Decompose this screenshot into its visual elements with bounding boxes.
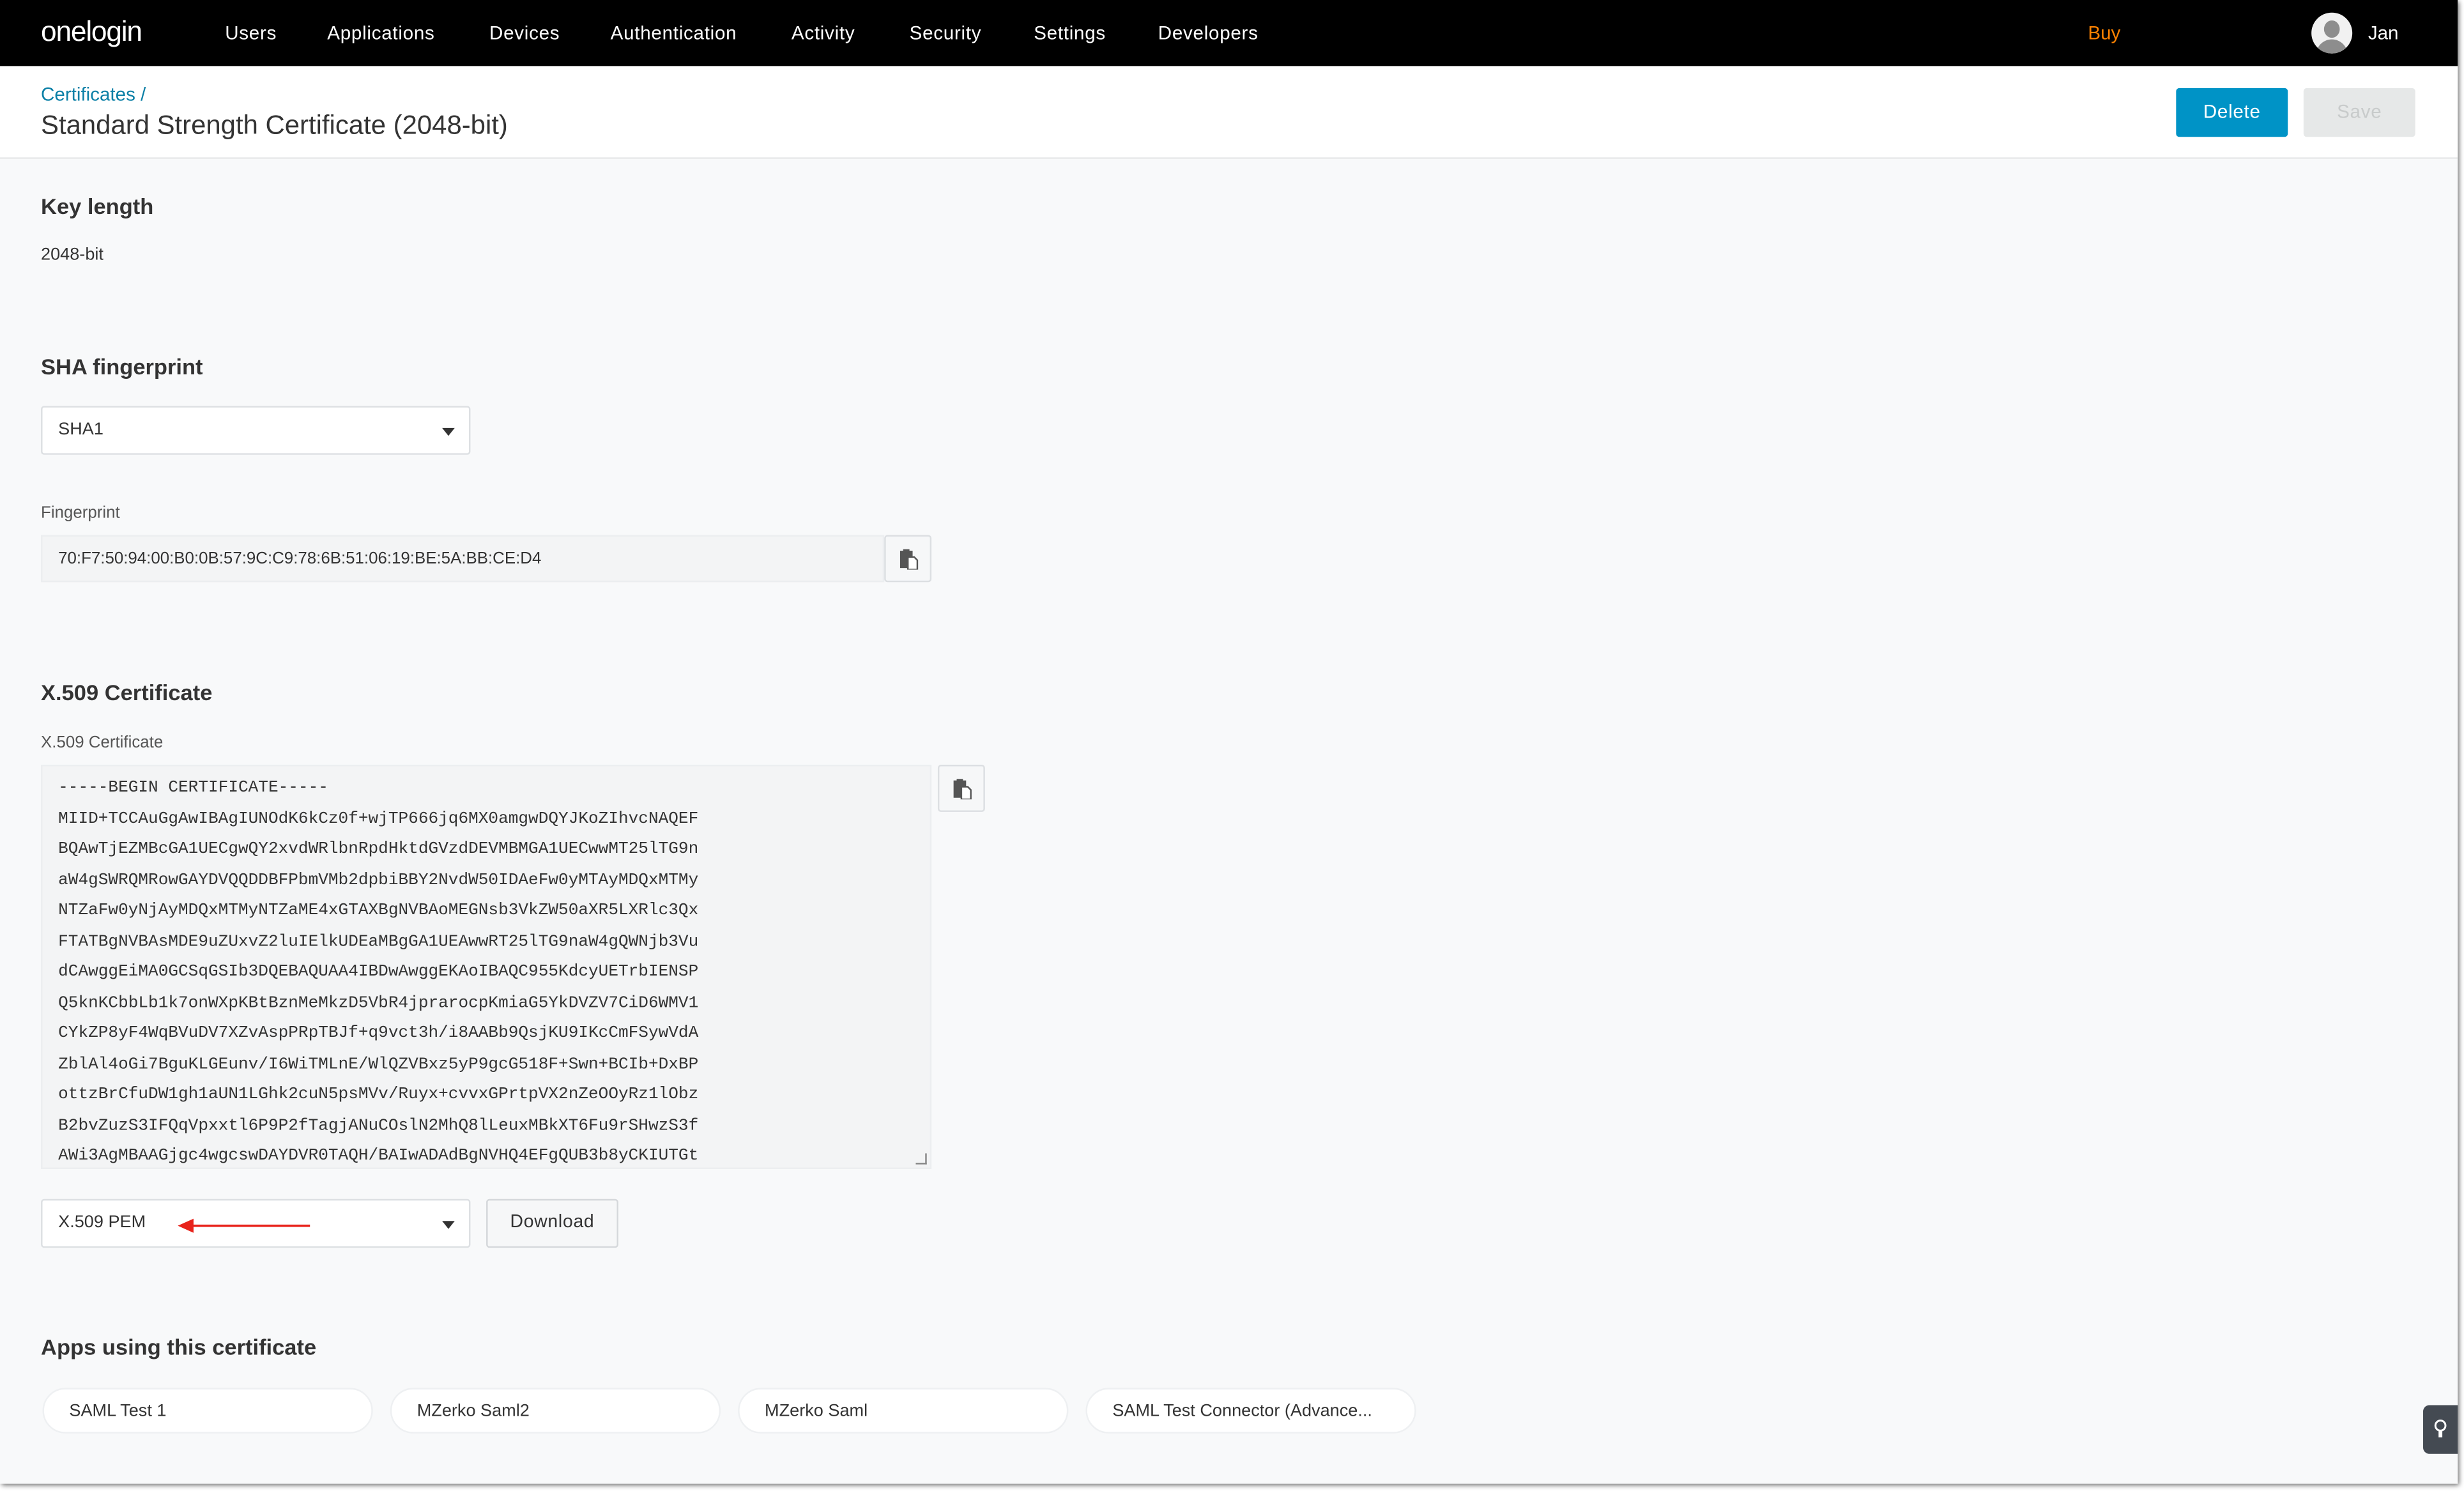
download-button[interactable]: Download bbox=[486, 1198, 618, 1248]
key-length-value: 2048-bit bbox=[41, 245, 103, 264]
page-title: Standard Strength Certificate (2048-bit) bbox=[41, 110, 508, 141]
delete-button[interactable]: Delete bbox=[2176, 88, 2288, 137]
cert-line: Q5knKCbbLb1k7onWXpKBtBznMeMkzD5VbR4jprar… bbox=[58, 993, 699, 1013]
app-pill[interactable]: SAML Test 1 bbox=[42, 1388, 373, 1434]
nav-authentication[interactable]: Authentication bbox=[611, 22, 737, 43]
breadcrumb[interactable]: Certificates / bbox=[41, 84, 146, 105]
x509-heading: X.509 Certificate bbox=[41, 680, 213, 705]
cert-line: -----BEGIN CERTIFICATE----- bbox=[58, 779, 328, 798]
buy-link[interactable]: Buy bbox=[2088, 22, 2120, 43]
sha-algorithm-select[interactable]: SHA1 bbox=[41, 406, 471, 455]
nav-users[interactable]: Users bbox=[225, 22, 277, 43]
nav-devices[interactable]: Devices bbox=[489, 22, 560, 43]
app-name: MZerko Saml2 bbox=[417, 1402, 530, 1421]
app-name: SAML Test Connector (Advance... bbox=[1112, 1402, 1372, 1421]
cert-line: ottzBrCfuDW1gh1aUN1LGhk2cuN5psMVv/Ruyx+c… bbox=[58, 1085, 699, 1105]
chevron-down-icon bbox=[442, 427, 455, 436]
app-window: onelogin Users Applications Devices Auth… bbox=[0, 0, 2458, 1484]
user-menu[interactable]: Jan bbox=[2368, 22, 2399, 43]
page-header: Certificates / Standard Strength Certifi… bbox=[0, 66, 2458, 159]
chevron-down-icon bbox=[442, 1221, 455, 1229]
cert-line: BQAwTjEZMBcGA1UECgwQY2xvdWRlbnRpdHktdGVz… bbox=[58, 840, 699, 859]
cert-line: CYkZP8yF4WqBVuDV7XZvAspPRpTBJf+q9vct3h/i… bbox=[58, 1024, 699, 1043]
nav-developers[interactable]: Developers bbox=[1158, 22, 1259, 43]
cert-line: FTATBgNVBAsMDE9uZUxvZ2luIElkUDEaMBgGA1UE… bbox=[58, 932, 699, 951]
certificate-format-select[interactable]: X.509 PEM bbox=[41, 1198, 471, 1248]
key-length-heading: Key length bbox=[41, 193, 154, 219]
top-nav: onelogin Users Applications Devices Auth… bbox=[0, 0, 2458, 66]
clipboard-icon bbox=[899, 549, 919, 570]
app-name: MZerko Saml bbox=[765, 1402, 868, 1421]
red-arrow-annotation-icon bbox=[178, 1218, 310, 1233]
help-tab[interactable] bbox=[2423, 1405, 2458, 1454]
sha-algorithm-value: SHA1 bbox=[58, 420, 103, 440]
fingerprint-field[interactable]: 70:F7:50:94:00:B0:0B:57:9C:C9:78:6B:51:0… bbox=[41, 535, 885, 583]
nav-activity[interactable]: Activity bbox=[792, 22, 855, 43]
copy-fingerprint-button[interactable] bbox=[884, 535, 932, 583]
copy-certificate-button[interactable] bbox=[937, 765, 985, 812]
nav-applications[interactable]: Applications bbox=[327, 22, 434, 43]
nav-settings[interactable]: Settings bbox=[1034, 22, 1106, 43]
resize-handle[interactable] bbox=[915, 1153, 927, 1165]
app-pill[interactable]: MZerko Saml bbox=[738, 1388, 1069, 1434]
avatar[interactable] bbox=[2311, 12, 2353, 54]
cert-line: NTZaFw0yNjAyMDQxMTMyNTZaME4xGTAXBgNVBAoM… bbox=[58, 901, 699, 921]
x509-label: X.509 Certificate bbox=[41, 733, 164, 753]
apps-heading: Apps using this certificate bbox=[41, 1334, 317, 1360]
app-pill[interactable]: SAML Test Connector (Advance... bbox=[1085, 1388, 1416, 1434]
app-name: SAML Test 1 bbox=[69, 1402, 167, 1421]
cert-line: B2bvZuzS3IFQqVpxxtl6P9P2fTagjANuCOslN2Mh… bbox=[58, 1116, 699, 1136]
cert-line: MIID+TCCAuGgAwIBAgIUNOdK6kCz0f+wjTP666jq… bbox=[58, 809, 699, 829]
sha-fingerprint-heading: SHA fingerprint bbox=[41, 354, 203, 379]
certificate-format-value: X.509 PEM bbox=[58, 1213, 146, 1232]
clipboard-icon bbox=[953, 779, 972, 800]
save-button[interactable]: Save bbox=[2303, 88, 2415, 137]
fingerprint-label: Fingerprint bbox=[41, 503, 120, 523]
app-pill[interactable]: MZerko Saml2 bbox=[390, 1388, 721, 1434]
cert-line: aW4gSWRQMRowGAYDVQQDDBFPbmVMb2dpbiBBY2Nv… bbox=[58, 871, 699, 890]
lightbulb-icon bbox=[2434, 1420, 2447, 1437]
nav-security[interactable]: Security bbox=[910, 22, 982, 43]
cert-line: dCAwggEiMA0GCSqGSIb3DQEBAQUAA4IBDwAwggEK… bbox=[58, 963, 699, 982]
cert-line: ZblAl4oGi7BguKLGEunv/I6WiTMLnE/WlQZVBxz5… bbox=[58, 1055, 699, 1074]
cert-line: AWi3AgMBAAGjgc4wgcswDAYDVR0TAQH/BAIwADAd… bbox=[58, 1147, 699, 1167]
fingerprint-value: 70:F7:50:94:00:B0:0B:57:9C:C9:78:6B:51:0… bbox=[58, 549, 542, 569]
certificate-textarea[interactable]: -----BEGIN CERTIFICATE----- MIID+TCCAuGg… bbox=[41, 765, 932, 1170]
onelogin-logo[interactable]: onelogin bbox=[41, 16, 142, 49]
